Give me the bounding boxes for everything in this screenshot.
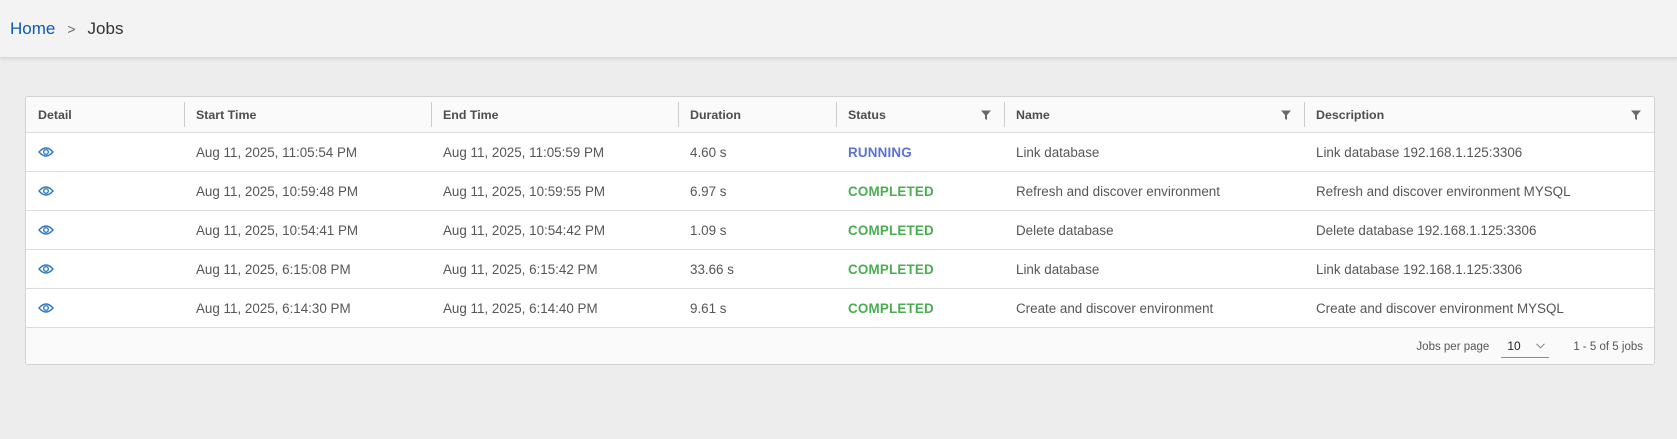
detail-cell bbox=[26, 133, 184, 171]
detail-cell bbox=[26, 250, 184, 288]
eye-icon[interactable] bbox=[38, 302, 54, 314]
start-time-cell: Aug 11, 2025, 6:14:30 PM bbox=[196, 300, 351, 316]
status-cell: COMPLETED bbox=[836, 289, 1004, 327]
column-header-label: Start Time bbox=[196, 107, 257, 122]
description-cell: Refresh and discover environment MYSQL bbox=[1316, 183, 1571, 199]
column-header-label: Description bbox=[1316, 107, 1385, 122]
duration-cell: 4.60 s bbox=[690, 144, 727, 160]
breadcrumb-home-link[interactable]: Home bbox=[10, 19, 55, 39]
jobs-table: Detail Start Time End Time Duration Stat… bbox=[25, 96, 1655, 365]
name-cell: Link database bbox=[1016, 144, 1100, 160]
end-time-cell: Aug 11, 2025, 6:14:40 PM bbox=[443, 300, 598, 316]
description-cell: Link database 192.168.1.125:3306 bbox=[1316, 144, 1523, 160]
table-header-row: Detail Start Time End Time Duration Stat… bbox=[26, 97, 1654, 133]
chevron-down-icon bbox=[1536, 343, 1546, 349]
description-cell: Create and discover environment MYSQL bbox=[1316, 300, 1564, 316]
column-header-status[interactable]: Status bbox=[836, 97, 1004, 132]
per-page-label: Jobs per page bbox=[1416, 340, 1490, 353]
eye-icon[interactable] bbox=[38, 146, 54, 158]
status-badge: COMPLETED bbox=[848, 183, 934, 199]
table-row: Aug 11, 2025, 10:59:48 PM Aug 11, 2025, … bbox=[26, 172, 1654, 211]
table-row: Aug 11, 2025, 10:54:41 PM Aug 11, 2025, … bbox=[26, 211, 1654, 250]
column-header-description[interactable]: Description bbox=[1304, 97, 1654, 132]
table-row: Aug 11, 2025, 6:14:30 PM Aug 11, 2025, 6… bbox=[26, 289, 1654, 328]
table-row: Aug 11, 2025, 11:05:54 PM Aug 11, 2025, … bbox=[26, 133, 1654, 172]
per-page-select[interactable]: 10 bbox=[1501, 336, 1550, 358]
detail-cell bbox=[26, 172, 184, 210]
description-cell: Link database 192.168.1.125:3306 bbox=[1316, 261, 1523, 277]
end-time-cell: Aug 11, 2025, 10:54:42 PM bbox=[443, 222, 606, 238]
start-time-cell: Aug 11, 2025, 11:05:54 PM bbox=[196, 144, 358, 160]
column-header-label: Status bbox=[848, 107, 886, 122]
detail-cell bbox=[26, 211, 184, 249]
status-cell: COMPLETED bbox=[836, 211, 1004, 249]
name-cell: Refresh and discover environment bbox=[1016, 183, 1220, 199]
start-time-cell: Aug 11, 2025, 6:15:08 PM bbox=[196, 261, 351, 277]
duration-cell: 6.97 s bbox=[690, 183, 727, 199]
status-cell: COMPLETED bbox=[836, 172, 1004, 210]
description-filter-icon[interactable] bbox=[1631, 110, 1641, 120]
duration-cell: 1.09 s bbox=[690, 222, 727, 238]
column-header-start-time[interactable]: Start Time bbox=[184, 97, 431, 132]
duration-cell: 33.66 s bbox=[690, 261, 734, 277]
column-header-label: End Time bbox=[443, 107, 499, 122]
eye-icon[interactable] bbox=[38, 185, 54, 197]
pagination-range: 1 - 5 of 5 jobs bbox=[1573, 340, 1643, 353]
end-time-cell: Aug 11, 2025, 6:15:42 PM bbox=[443, 261, 598, 277]
column-header-label: Name bbox=[1016, 107, 1050, 122]
column-header-detail: Detail bbox=[26, 97, 184, 132]
breadcrumb-current: Jobs bbox=[87, 18, 124, 38]
status-badge: RUNNING bbox=[848, 144, 912, 160]
column-header-end-time[interactable]: End Time bbox=[431, 97, 678, 132]
status-filter-icon[interactable] bbox=[981, 110, 991, 120]
column-header-label: Duration bbox=[690, 107, 741, 122]
start-time-cell: Aug 11, 2025, 10:59:48 PM bbox=[196, 183, 359, 199]
name-cell: Create and discover environment bbox=[1016, 300, 1214, 316]
name-filter-icon[interactable] bbox=[1281, 110, 1291, 120]
end-time-cell: Aug 11, 2025, 10:59:55 PM bbox=[443, 183, 606, 199]
column-header-label: Detail bbox=[38, 107, 72, 122]
app-header: Home > Jobs bbox=[0, 0, 1677, 58]
status-badge: COMPLETED bbox=[848, 300, 934, 316]
breadcrumb-separator: > bbox=[67, 20, 76, 37]
detail-cell bbox=[26, 289, 184, 327]
description-cell: Delete database 192.168.1.125:3306 bbox=[1316, 222, 1537, 238]
eye-icon[interactable] bbox=[38, 224, 54, 236]
table-footer: Jobs per page 10 1 - 5 of 5 jobs bbox=[26, 328, 1654, 364]
end-time-cell: Aug 11, 2025, 11:05:59 PM bbox=[443, 144, 605, 160]
eye-icon[interactable] bbox=[38, 263, 54, 275]
column-header-name[interactable]: Name bbox=[1004, 97, 1304, 132]
status-badge: COMPLETED bbox=[848, 222, 934, 238]
column-header-duration[interactable]: Duration bbox=[678, 97, 836, 132]
name-cell: Link database bbox=[1016, 261, 1100, 277]
start-time-cell: Aug 11, 2025, 10:54:41 PM bbox=[196, 222, 359, 238]
table-row: Aug 11, 2025, 6:15:08 PM Aug 11, 2025, 6… bbox=[26, 250, 1654, 289]
name-cell: Delete database bbox=[1016, 222, 1114, 238]
status-cell: RUNNING bbox=[836, 133, 1004, 171]
status-badge: COMPLETED bbox=[848, 261, 934, 277]
status-cell: COMPLETED bbox=[836, 250, 1004, 288]
duration-cell: 9.61 s bbox=[690, 300, 727, 316]
per-page-value: 10 bbox=[1507, 339, 1521, 353]
